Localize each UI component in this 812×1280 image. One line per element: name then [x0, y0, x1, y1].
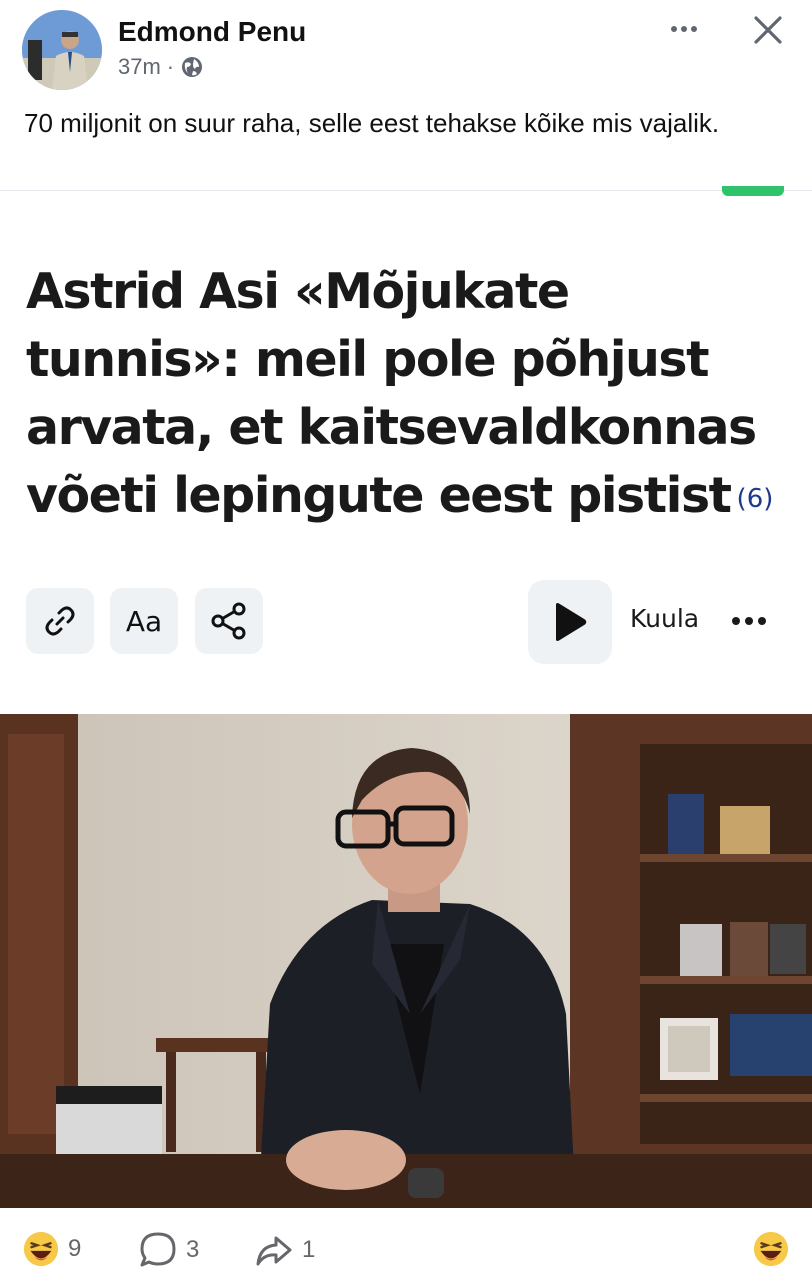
share-count: 1	[302, 1236, 316, 1263]
article-photo[interactable]	[0, 714, 812, 1208]
meta-separator: ·	[166, 54, 175, 79]
post-text: 70 miljonit on suur raha, selle eest teh…	[24, 108, 720, 138]
divider	[0, 190, 812, 191]
share-icon	[211, 602, 246, 640]
laughing-emoji-icon	[753, 1231, 789, 1267]
dot-icon	[732, 617, 740, 625]
close-icon[interactable]	[748, 10, 788, 50]
text-size-label: Aa	[125, 604, 163, 638]
laughing-emoji-icon	[23, 1231, 59, 1267]
post-time[interactable]: 37m	[118, 54, 161, 80]
dot-icon	[681, 26, 687, 32]
reaction-summary[interactable]: 9	[22, 1230, 81, 1268]
article-headline[interactable]: Astrid Asi «Mõjukate tunnis»: meil pole …	[26, 258, 796, 533]
comment-icon	[140, 1232, 176, 1267]
play-icon	[556, 603, 587, 641]
globe-icon	[182, 57, 203, 77]
reactions-bar: 9 3 1	[0, 1208, 812, 1280]
link-icon	[45, 606, 75, 636]
article-more-button[interactable]	[732, 608, 776, 634]
avatar[interactable]	[22, 10, 102, 90]
comment-count: 3	[186, 1236, 200, 1263]
article-comment-count[interactable]: (6)	[737, 484, 774, 514]
listen-label[interactable]: Kuula	[630, 604, 699, 633]
accent-bar	[722, 186, 784, 196]
dot-icon	[671, 26, 677, 32]
play-audio-button[interactable]	[528, 580, 612, 664]
share-button[interactable]: 1	[254, 1230, 315, 1270]
dot-icon	[758, 617, 766, 625]
post-header: Edmond Penu 37m ·	[0, 0, 812, 100]
author-name[interactable]: Edmond Penu	[118, 16, 306, 48]
reaction-count: 9	[68, 1235, 82, 1262]
dot-icon	[745, 617, 753, 625]
headline-text: Astrid Asi «Mõjukate tunnis»: meil pole …	[26, 263, 757, 524]
share-arrow-icon	[256, 1236, 292, 1266]
post-more-options-button[interactable]	[664, 14, 704, 44]
react-button[interactable]	[752, 1230, 790, 1268]
copy-link-button[interactable]	[26, 588, 94, 654]
text-size-button[interactable]: Aa	[110, 588, 178, 654]
portrait-image	[0, 714, 812, 1208]
comment-button[interactable]: 3	[138, 1230, 199, 1270]
share-article-button[interactable]	[195, 588, 263, 654]
dot-icon	[691, 26, 697, 32]
post-meta: 37m ·	[118, 54, 204, 80]
